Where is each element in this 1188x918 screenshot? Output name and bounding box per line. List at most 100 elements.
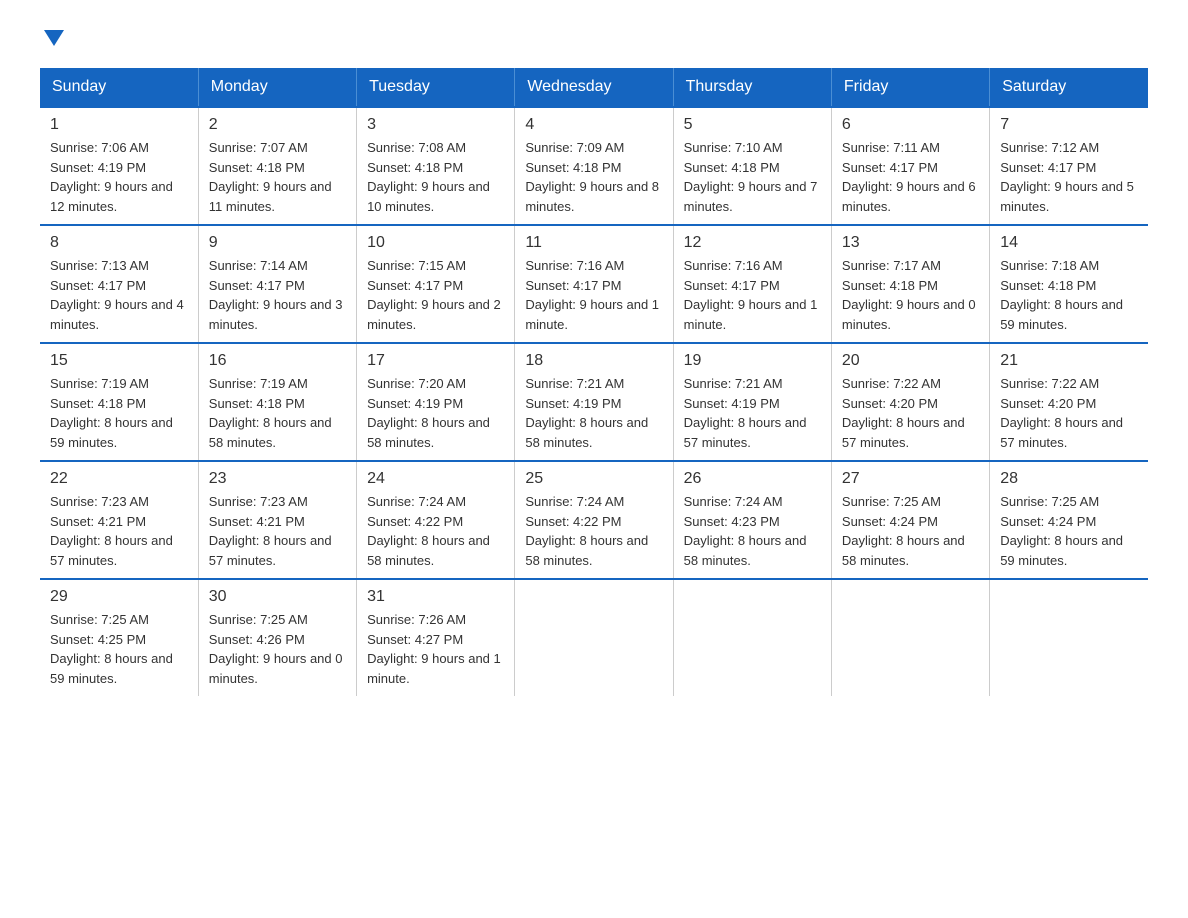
- day-number: 17: [367, 352, 504, 370]
- day-info: Sunrise: 7:22 AMSunset: 4:20 PMDaylight:…: [1000, 374, 1138, 452]
- calendar-week-row: 22 Sunrise: 7:23 AMSunset: 4:21 PMDaylig…: [40, 461, 1148, 579]
- day-info: Sunrise: 7:16 AMSunset: 4:17 PMDaylight:…: [525, 256, 662, 334]
- day-number: 23: [209, 470, 346, 488]
- day-number: 7: [1000, 116, 1138, 134]
- day-info: Sunrise: 7:07 AMSunset: 4:18 PMDaylight:…: [209, 138, 346, 216]
- day-number: 8: [50, 234, 188, 252]
- day-number: 15: [50, 352, 188, 370]
- day-info: Sunrise: 7:24 AMSunset: 4:23 PMDaylight:…: [684, 492, 821, 570]
- day-number: 3: [367, 116, 504, 134]
- weekday-header-monday: Monday: [198, 68, 356, 107]
- day-number: 28: [1000, 470, 1138, 488]
- day-number: 24: [367, 470, 504, 488]
- calendar-cell: 13 Sunrise: 7:17 AMSunset: 4:18 PMDaylig…: [831, 225, 989, 343]
- day-info: Sunrise: 7:26 AMSunset: 4:27 PMDaylight:…: [367, 610, 504, 688]
- day-number: 31: [367, 588, 504, 606]
- day-number: 25: [525, 470, 662, 488]
- day-info: Sunrise: 7:23 AMSunset: 4:21 PMDaylight:…: [50, 492, 188, 570]
- calendar-week-row: 15 Sunrise: 7:19 AMSunset: 4:18 PMDaylig…: [40, 343, 1148, 461]
- page-header: [40, 30, 1148, 48]
- day-number: 21: [1000, 352, 1138, 370]
- day-info: Sunrise: 7:22 AMSunset: 4:20 PMDaylight:…: [842, 374, 979, 452]
- calendar-cell: 4 Sunrise: 7:09 AMSunset: 4:18 PMDayligh…: [515, 107, 673, 225]
- day-number: 12: [684, 234, 821, 252]
- calendar-week-row: 29 Sunrise: 7:25 AMSunset: 4:25 PMDaylig…: [40, 579, 1148, 696]
- day-info: Sunrise: 7:17 AMSunset: 4:18 PMDaylight:…: [842, 256, 979, 334]
- calendar-header-row: SundayMondayTuesdayWednesdayThursdayFrid…: [40, 68, 1148, 107]
- weekday-header-saturday: Saturday: [990, 68, 1148, 107]
- calendar-cell: 22 Sunrise: 7:23 AMSunset: 4:21 PMDaylig…: [40, 461, 198, 579]
- day-info: Sunrise: 7:24 AMSunset: 4:22 PMDaylight:…: [367, 492, 504, 570]
- day-number: 26: [684, 470, 821, 488]
- calendar-cell: 6 Sunrise: 7:11 AMSunset: 4:17 PMDayligh…: [831, 107, 989, 225]
- calendar-cell: [831, 579, 989, 696]
- weekday-header-tuesday: Tuesday: [357, 68, 515, 107]
- day-number: 30: [209, 588, 346, 606]
- calendar-cell: 26 Sunrise: 7:24 AMSunset: 4:23 PMDaylig…: [673, 461, 831, 579]
- day-number: 18: [525, 352, 662, 370]
- calendar-cell: 3 Sunrise: 7:08 AMSunset: 4:18 PMDayligh…: [357, 107, 515, 225]
- day-number: 11: [525, 234, 662, 252]
- calendar-cell: 16 Sunrise: 7:19 AMSunset: 4:18 PMDaylig…: [198, 343, 356, 461]
- day-info: Sunrise: 7:19 AMSunset: 4:18 PMDaylight:…: [50, 374, 188, 452]
- day-info: Sunrise: 7:23 AMSunset: 4:21 PMDaylight:…: [209, 492, 346, 570]
- day-number: 22: [50, 470, 188, 488]
- day-info: Sunrise: 7:25 AMSunset: 4:24 PMDaylight:…: [842, 492, 979, 570]
- day-info: Sunrise: 7:20 AMSunset: 4:19 PMDaylight:…: [367, 374, 504, 452]
- day-info: Sunrise: 7:15 AMSunset: 4:17 PMDaylight:…: [367, 256, 504, 334]
- day-number: 4: [525, 116, 662, 134]
- calendar-cell: 5 Sunrise: 7:10 AMSunset: 4:18 PMDayligh…: [673, 107, 831, 225]
- calendar-cell: 12 Sunrise: 7:16 AMSunset: 4:17 PMDaylig…: [673, 225, 831, 343]
- day-info: Sunrise: 7:25 AMSunset: 4:24 PMDaylight:…: [1000, 492, 1138, 570]
- day-info: Sunrise: 7:24 AMSunset: 4:22 PMDaylight:…: [525, 492, 662, 570]
- calendar-table: SundayMondayTuesdayWednesdayThursdayFrid…: [40, 68, 1148, 696]
- calendar-cell: 11 Sunrise: 7:16 AMSunset: 4:17 PMDaylig…: [515, 225, 673, 343]
- day-info: Sunrise: 7:10 AMSunset: 4:18 PMDaylight:…: [684, 138, 821, 216]
- calendar-cell: 27 Sunrise: 7:25 AMSunset: 4:24 PMDaylig…: [831, 461, 989, 579]
- calendar-cell: 8 Sunrise: 7:13 AMSunset: 4:17 PMDayligh…: [40, 225, 198, 343]
- calendar-cell: 1 Sunrise: 7:06 AMSunset: 4:19 PMDayligh…: [40, 107, 198, 225]
- day-info: Sunrise: 7:09 AMSunset: 4:18 PMDaylight:…: [525, 138, 662, 216]
- calendar-cell: 9 Sunrise: 7:14 AMSunset: 4:17 PMDayligh…: [198, 225, 356, 343]
- calendar-cell: 17 Sunrise: 7:20 AMSunset: 4:19 PMDaylig…: [357, 343, 515, 461]
- calendar-cell: 23 Sunrise: 7:23 AMSunset: 4:21 PMDaylig…: [198, 461, 356, 579]
- calendar-cell: 15 Sunrise: 7:19 AMSunset: 4:18 PMDaylig…: [40, 343, 198, 461]
- day-number: 5: [684, 116, 821, 134]
- day-number: 1: [50, 116, 188, 134]
- calendar-week-row: 1 Sunrise: 7:06 AMSunset: 4:19 PMDayligh…: [40, 107, 1148, 225]
- day-info: Sunrise: 7:21 AMSunset: 4:19 PMDaylight:…: [684, 374, 821, 452]
- day-info: Sunrise: 7:11 AMSunset: 4:17 PMDaylight:…: [842, 138, 979, 216]
- day-number: 27: [842, 470, 979, 488]
- day-info: Sunrise: 7:16 AMSunset: 4:17 PMDaylight:…: [684, 256, 821, 334]
- day-number: 29: [50, 588, 188, 606]
- day-info: Sunrise: 7:13 AMSunset: 4:17 PMDaylight:…: [50, 256, 188, 334]
- day-number: 16: [209, 352, 346, 370]
- calendar-cell: 24 Sunrise: 7:24 AMSunset: 4:22 PMDaylig…: [357, 461, 515, 579]
- day-info: Sunrise: 7:19 AMSunset: 4:18 PMDaylight:…: [209, 374, 346, 452]
- day-number: 6: [842, 116, 979, 134]
- day-number: 19: [684, 352, 821, 370]
- day-info: Sunrise: 7:18 AMSunset: 4:18 PMDaylight:…: [1000, 256, 1138, 334]
- calendar-cell: [515, 579, 673, 696]
- calendar-cell: 21 Sunrise: 7:22 AMSunset: 4:20 PMDaylig…: [990, 343, 1148, 461]
- calendar-cell: 14 Sunrise: 7:18 AMSunset: 4:18 PMDaylig…: [990, 225, 1148, 343]
- day-number: 9: [209, 234, 346, 252]
- calendar-cell: 28 Sunrise: 7:25 AMSunset: 4:24 PMDaylig…: [990, 461, 1148, 579]
- day-info: Sunrise: 7:21 AMSunset: 4:19 PMDaylight:…: [525, 374, 662, 452]
- calendar-cell: 29 Sunrise: 7:25 AMSunset: 4:25 PMDaylig…: [40, 579, 198, 696]
- day-info: Sunrise: 7:25 AMSunset: 4:25 PMDaylight:…: [50, 610, 188, 688]
- calendar-cell: [990, 579, 1148, 696]
- calendar-cell: 2 Sunrise: 7:07 AMSunset: 4:18 PMDayligh…: [198, 107, 356, 225]
- day-number: 20: [842, 352, 979, 370]
- day-number: 2: [209, 116, 346, 134]
- calendar-cell: 30 Sunrise: 7:25 AMSunset: 4:26 PMDaylig…: [198, 579, 356, 696]
- logo-triangle-icon: [44, 30, 64, 46]
- day-number: 13: [842, 234, 979, 252]
- day-info: Sunrise: 7:14 AMSunset: 4:17 PMDaylight:…: [209, 256, 346, 334]
- weekday-header-thursday: Thursday: [673, 68, 831, 107]
- calendar-cell: 31 Sunrise: 7:26 AMSunset: 4:27 PMDaylig…: [357, 579, 515, 696]
- calendar-cell: 7 Sunrise: 7:12 AMSunset: 4:17 PMDayligh…: [990, 107, 1148, 225]
- weekday-header-sunday: Sunday: [40, 68, 198, 107]
- day-number: 14: [1000, 234, 1138, 252]
- day-info: Sunrise: 7:12 AMSunset: 4:17 PMDaylight:…: [1000, 138, 1138, 216]
